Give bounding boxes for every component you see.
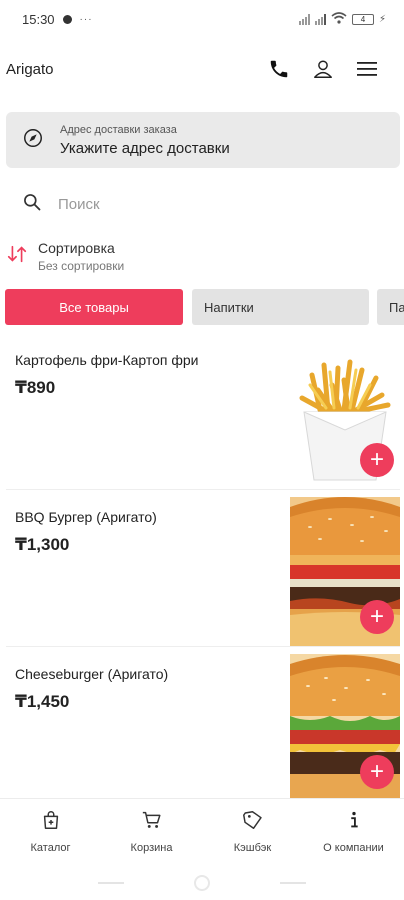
plus-icon: + xyxy=(369,446,384,473)
wifi-icon xyxy=(331,11,347,27)
nav-label: Корзина xyxy=(130,842,173,854)
phone-icon[interactable] xyxy=(266,56,292,82)
charging-icon: ⚡ xyxy=(378,13,386,25)
status-bar: 15:30 ··· 4 ⚡ xyxy=(0,0,404,38)
sort-selector[interactable]: Сортировка Без сортировки xyxy=(0,236,404,276)
product-name: Cheeseburger (Аригато) xyxy=(15,666,169,682)
bag-icon xyxy=(40,809,62,836)
status-time: 15:30 xyxy=(22,11,55,27)
battery-icon: 4 xyxy=(351,13,374,25)
signal-icon-2 xyxy=(314,13,326,25)
tab-drinks[interactable]: Напитки xyxy=(192,289,369,325)
product-card-fries[interactable]: Картофель фри-Картоп фри ₸890 + xyxy=(6,340,400,490)
recents-gesture-icon xyxy=(98,882,124,884)
back-gesture-icon xyxy=(280,882,306,884)
tab-all-products[interactable]: Все товары xyxy=(5,289,183,325)
tab-label: Все товары xyxy=(59,299,129,315)
nav-label: Каталог xyxy=(30,842,71,854)
user-icon[interactable] xyxy=(310,56,336,82)
app-title: Arigato xyxy=(6,60,54,78)
address-value: Укажите адрес доставки xyxy=(60,139,230,157)
sort-subtitle: Без сортировки xyxy=(38,258,125,273)
nav-label: О компании xyxy=(323,842,384,854)
tag-icon xyxy=(242,809,264,836)
sort-title: Сортировка xyxy=(38,239,115,256)
product-name: BBQ Бургер (Аригато) xyxy=(15,509,157,525)
app-header: Arigato xyxy=(0,50,404,88)
category-tabs: Все товары Напитки Па xyxy=(5,289,404,325)
plus-icon: + xyxy=(369,758,384,785)
delivery-address-selector[interactable]: Адрес доставки заказа Укажите адрес дост… xyxy=(6,112,400,168)
sort-icon xyxy=(6,243,28,270)
cart-icon xyxy=(141,809,163,836)
more-notifications-icon: ··· xyxy=(79,13,93,25)
nav-about[interactable]: О компании xyxy=(303,799,404,860)
product-price: ₸1,450 xyxy=(15,692,70,711)
product-card-bbq-burger[interactable]: BBQ Бургер (Аригато) ₸1,300 + xyxy=(6,497,400,647)
info-icon xyxy=(343,809,365,836)
nav-catalog[interactable]: Каталог xyxy=(0,799,101,860)
nav-label: Кэшбэк xyxy=(233,842,272,854)
search-icon xyxy=(22,192,42,217)
tab-label: Напитки xyxy=(204,299,254,315)
home-gesture-icon xyxy=(194,875,210,891)
tab-partial[interactable]: Па xyxy=(377,289,404,325)
menu-icon[interactable] xyxy=(354,56,380,82)
search-input[interactable] xyxy=(58,195,358,213)
system-gesture-bar xyxy=(0,866,404,900)
navigation-icon xyxy=(22,127,44,154)
nav-cart[interactable]: Корзина xyxy=(101,799,202,860)
add-to-cart-button[interactable]: + xyxy=(360,755,394,789)
add-to-cart-button[interactable]: + xyxy=(360,600,394,634)
product-price: ₸1,300 xyxy=(15,535,70,554)
nav-cashback[interactable]: Кэшбэк xyxy=(202,799,303,860)
signal-icon xyxy=(298,13,310,25)
search-bar xyxy=(0,186,404,222)
plus-icon: + xyxy=(369,603,384,630)
product-name: Картофель фри-Картоп фри xyxy=(15,352,199,368)
add-to-cart-button[interactable]: + xyxy=(360,443,394,477)
address-label: Адрес доставки заказа xyxy=(60,123,177,136)
bottom-navigation: Каталог Корзина Кэшбэк О компании xyxy=(0,798,404,860)
notification-icon xyxy=(62,14,72,24)
product-card-cheeseburger[interactable]: Cheeseburger (Аригато) ₸1,450 + xyxy=(6,654,400,802)
tab-label: Па xyxy=(389,299,404,315)
product-price: ₸890 xyxy=(15,378,56,397)
battery-level: 4 xyxy=(360,14,366,24)
